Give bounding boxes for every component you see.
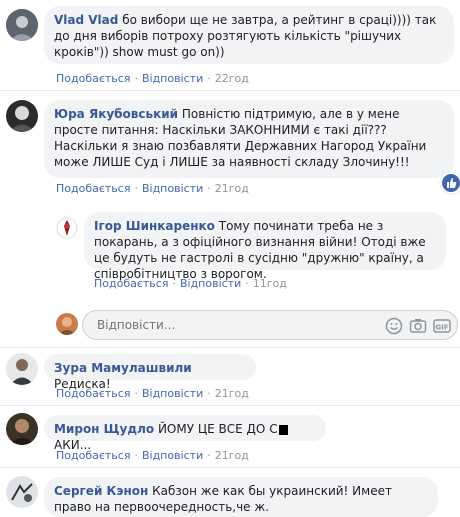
comment-author[interactable]: Сергей Кэнон bbox=[54, 484, 148, 498]
reply-link[interactable]: Відповісти bbox=[142, 72, 203, 85]
divider bbox=[0, 90, 460, 91]
reply-input-box[interactable]: GIF bbox=[82, 310, 458, 340]
like-link[interactable]: Подобається bbox=[56, 182, 130, 195]
divider bbox=[0, 347, 460, 348]
timestamp[interactable]: 21год bbox=[215, 449, 249, 462]
comment-author[interactable]: Vlad Vlad bbox=[54, 13, 118, 27]
avatar-igor[interactable] bbox=[56, 217, 78, 239]
avatar-photo-icon bbox=[56, 313, 78, 335]
camera-icon[interactable] bbox=[409, 317, 427, 335]
reply-link[interactable]: Відповісти bbox=[142, 449, 203, 462]
emoji-icon[interactable] bbox=[385, 317, 403, 335]
comment-text-start: ЙОМУ ЦЕ ВСЕ ДО С bbox=[157, 422, 278, 436]
reply-link[interactable]: Відповісти bbox=[142, 182, 203, 195]
avatar-zura[interactable] bbox=[6, 353, 38, 385]
timestamp[interactable]: 11год bbox=[253, 277, 287, 290]
comment-author[interactable]: Юра Якубовський bbox=[54, 107, 178, 121]
like-link[interactable]: Подобається bbox=[56, 449, 130, 462]
avatar-myron[interactable] bbox=[6, 413, 38, 445]
avatar-photo-icon bbox=[6, 9, 38, 41]
avatar-photo-icon bbox=[6, 353, 38, 385]
current-user-avatar bbox=[56, 313, 78, 335]
like-link[interactable]: Подобається bbox=[56, 387, 130, 400]
divider bbox=[0, 467, 460, 468]
divider bbox=[0, 405, 460, 406]
comment-actions: Подобається · Відповісти · 21год bbox=[56, 387, 249, 400]
like-reaction-icon[interactable] bbox=[440, 172, 460, 194]
avatar-vlad[interactable] bbox=[6, 9, 38, 41]
like-link[interactable]: Подобається bbox=[94, 277, 168, 290]
avatar-sergey[interactable] bbox=[6, 476, 38, 508]
comment-bubble: Зура Мамулашвили Редиска! bbox=[44, 354, 256, 391]
emblem-icon bbox=[56, 217, 78, 239]
comment-author[interactable]: Ігор Шинкаренко bbox=[94, 219, 215, 233]
comment-actions: Подобається · Відповісти · 21год bbox=[56, 182, 249, 195]
svg-text:GIF: GIF bbox=[435, 324, 448, 332]
like-link[interactable]: Подобається bbox=[56, 72, 130, 85]
timestamp[interactable]: 21год bbox=[215, 182, 249, 195]
comment-actions: Подобається · Відповісти · 11год bbox=[94, 277, 287, 290]
comment-actions: Подобається · Відповісти · 21год bbox=[56, 449, 249, 462]
comment-bubble: Vlad Vlad бо вибори ще не завтра, а рейт… bbox=[44, 6, 454, 64]
reply-bubble: Ігор Шинкаренко Тому починати треба не з… bbox=[84, 212, 446, 281]
censor-block bbox=[278, 424, 288, 435]
timestamp[interactable]: 21год bbox=[215, 387, 249, 400]
gif-icon[interactable]: GIF bbox=[433, 317, 451, 335]
reply-link[interactable]: Відповісти bbox=[142, 387, 203, 400]
timestamp[interactable]: 22год bbox=[215, 72, 249, 85]
comment-bubble: Юра Якубовський Повністю підтримую, але … bbox=[44, 100, 454, 178]
avatar-photo-icon bbox=[6, 476, 38, 508]
avatar-photo-icon bbox=[6, 413, 38, 445]
reply-input[interactable] bbox=[95, 317, 349, 333]
avatar-yura[interactable] bbox=[6, 100, 38, 132]
comment-bubble: Сергей Кэнон Кабзон же как бы украинский… bbox=[44, 477, 438, 517]
comment-author[interactable]: Мирон Щудло bbox=[54, 422, 154, 436]
comment-actions: Подобається · Відповісти · 22год bbox=[56, 72, 249, 85]
comment-author[interactable]: Зура Мамулашвили bbox=[54, 361, 192, 375]
reply-link[interactable]: Відповісти bbox=[180, 277, 241, 290]
avatar-photo-icon bbox=[6, 100, 38, 132]
comment-bubble: Мирон Щудло ЙОМУ ЦЕ ВСЕ ДО САКИ... bbox=[44, 415, 326, 452]
